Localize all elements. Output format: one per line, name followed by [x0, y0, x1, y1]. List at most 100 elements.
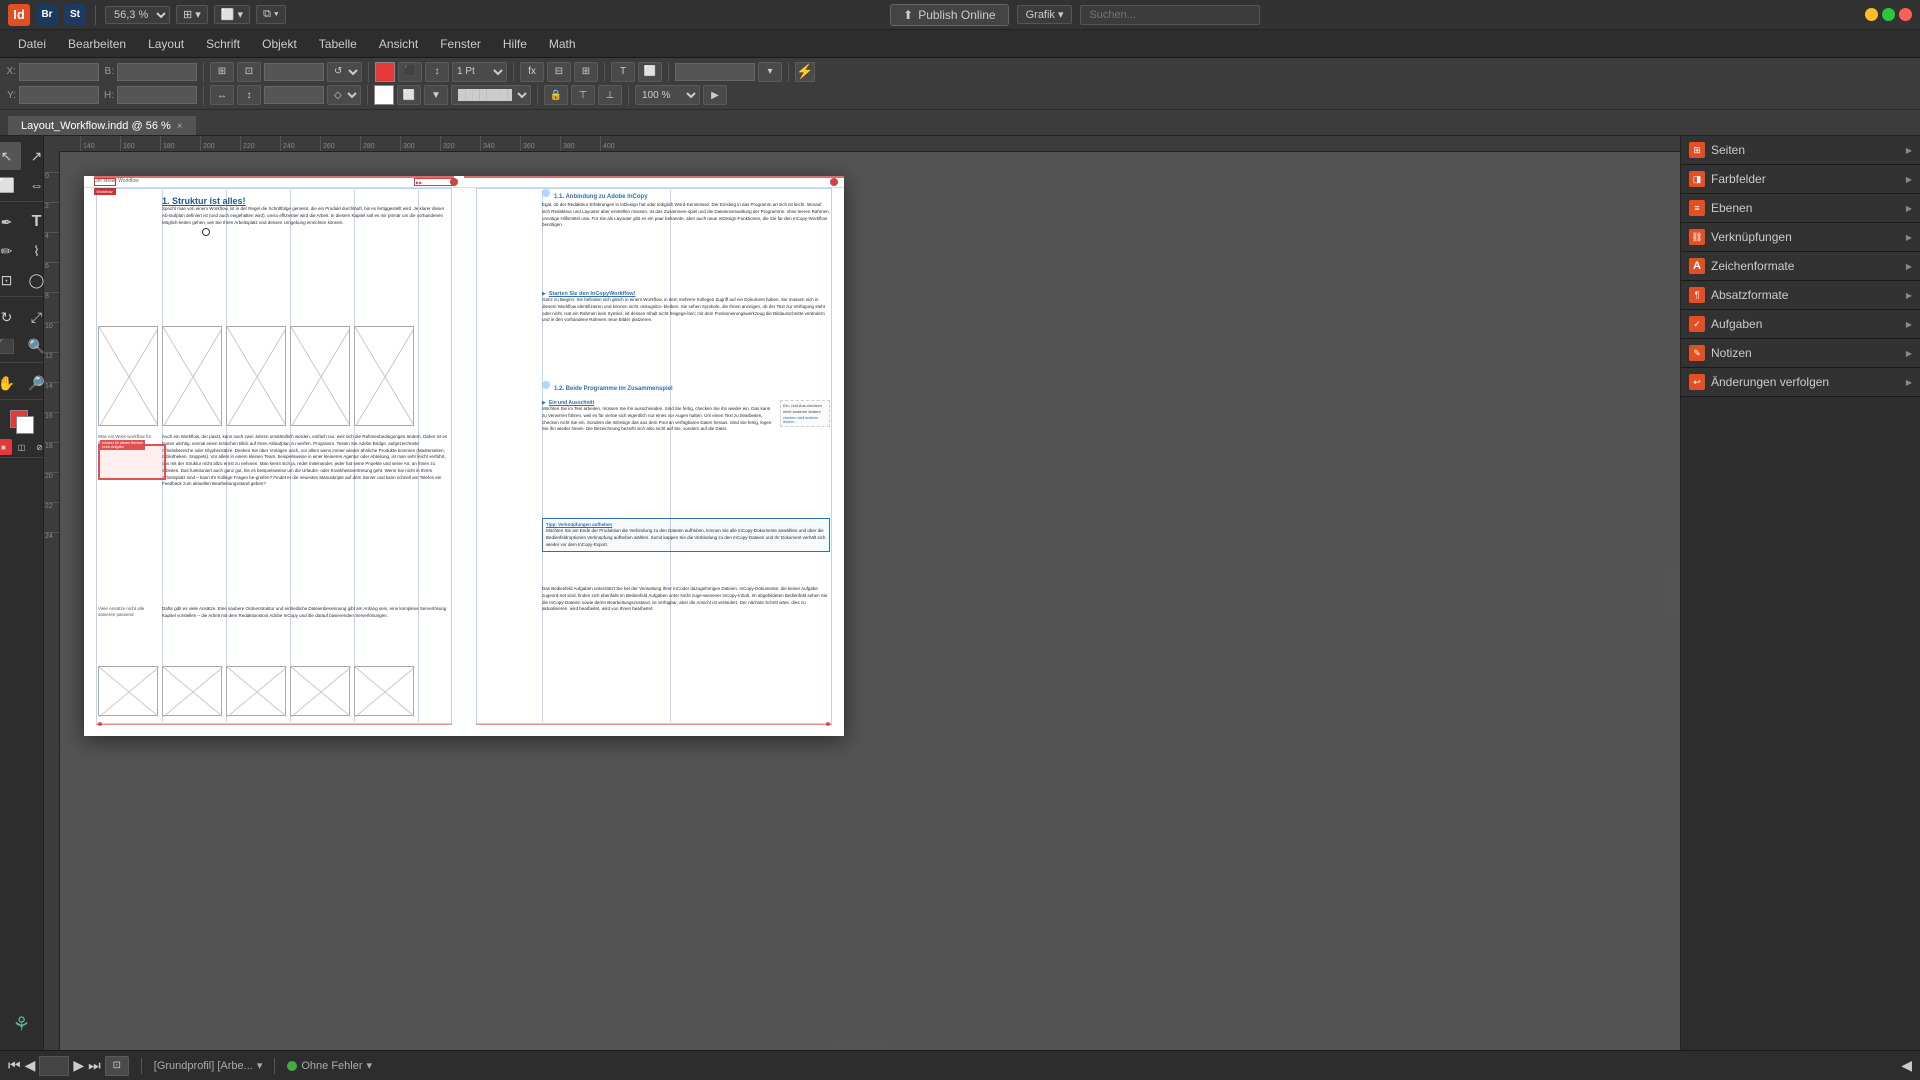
arrange-ref-btn[interactable]: ⊡ — [237, 62, 261, 82]
panel-aufgaben-header[interactable]: ✓ Aufgaben ▶ — [1681, 310, 1920, 338]
transform-btn[interactable]: ⊞ — [210, 62, 234, 82]
menu-datei[interactable]: Datei — [8, 34, 56, 54]
selection-tool[interactable]: ↖ — [0, 142, 21, 170]
image-frame-10[interactable] — [354, 666, 414, 716]
grafik-select[interactable]: Grafik ▾ — [1017, 5, 1073, 24]
window-maximize[interactable] — [1882, 8, 1895, 21]
panel-notizen-header[interactable]: ✎ Notizen ▶ — [1681, 339, 1920, 367]
zoom-pct-select[interactable]: 100 % — [635, 85, 700, 105]
tab-close-btn[interactable]: × — [177, 121, 183, 132]
apply-color-btn[interactable]: ■ — [0, 439, 12, 455]
effects-btn[interactable]: fx — [520, 62, 544, 82]
nav-last-btn[interactable]: ⏭ — [88, 1057, 101, 1074]
style-btn[interactable]: T — [611, 62, 635, 82]
image-frame-6[interactable] — [98, 666, 158, 716]
gradient-tool[interactable]: ⬛ — [0, 332, 21, 360]
bridge-icon[interactable]: Br — [36, 4, 58, 26]
image-frame-9[interactable] — [290, 666, 350, 716]
panel-seiten-header[interactable]: ⊞ Seiten ▶ — [1681, 136, 1920, 164]
page-tool[interactable]: ⬜ — [0, 171, 21, 199]
main-text-lower[interactable]: Auch ein Workflow, der passt, kann nach … — [162, 434, 450, 492]
y-input[interactable] — [19, 86, 99, 104]
main-text-bottom[interactable]: Dafür gibt es viele Ansätze. Eine sauber… — [162, 606, 450, 622]
menu-bearbeiten[interactable]: Bearbeiten — [58, 34, 136, 54]
x-input[interactable] — [19, 63, 99, 81]
menu-math[interactable]: Math — [539, 34, 586, 54]
rotate-tool[interactable]: ↻ — [0, 303, 21, 331]
hand-tool[interactable]: ✋ — [0, 369, 21, 397]
menu-layout[interactable]: Layout — [138, 34, 194, 54]
stroke-pt-select[interactable]: 1 Pt — [452, 62, 507, 82]
menu-hilfe[interactable]: Hilfe — [493, 34, 537, 54]
menu-fenster[interactable]: Fenster — [430, 34, 491, 54]
stroke-color[interactable] — [375, 62, 395, 82]
page-number-input[interactable]: 7 — [39, 1056, 69, 1076]
fill-color[interactable] — [374, 85, 394, 105]
image-frame-1[interactable] — [98, 326, 158, 426]
stock-icon[interactable]: St — [64, 4, 86, 26]
fill-select[interactable]: ████████ — [451, 85, 531, 105]
right-page[interactable]: ○ 1.1. Anbindung zu Adobe InCopy Egal, o… — [464, 176, 844, 736]
panel-ebenen-header[interactable]: ≡ Ebenen ▶ — [1681, 194, 1920, 222]
menu-objekt[interactable]: Objekt — [252, 34, 307, 54]
align-right-btn[interactable]: ⊞ — [574, 62, 598, 82]
left-page[interactable]: Der ideale Workflow Der ideale Workflow … — [84, 176, 464, 736]
mm-select-btn[interactable]: ▾ — [758, 62, 782, 82]
pencil-tool[interactable]: ✏ — [0, 237, 21, 265]
panel-zeichenformate-header[interactable]: A Zeichenformate ▶ — [1681, 252, 1920, 280]
zoom-select[interactable]: 56,3 % — [105, 6, 170, 24]
frame-rect-tool[interactable]: ⊡ — [0, 266, 21, 294]
panel-verknuepfungen-header[interactable]: ⛓ Verknüpfungen ▶ — [1681, 223, 1920, 251]
canvas-area[interactable]: 140 160 180 200 220 240 260 280 300 320 … — [44, 136, 1680, 1050]
b-input[interactable] — [117, 63, 197, 81]
image-frame-8[interactable] — [226, 666, 286, 716]
align-bottom-btn[interactable]: ⊥ — [598, 85, 622, 105]
menu-ansicht[interactable]: Ansicht — [369, 34, 428, 54]
apply-gradient-btn[interactable]: ◫ — [14, 439, 30, 455]
mm-input[interactable]: 4,233 mm — [675, 63, 755, 81]
view-mode-btn[interactable]: ⊞ ▾ — [176, 5, 208, 24]
flip-h-btn[interactable]: ↔ — [210, 85, 234, 105]
scroll-left-btn[interactable]: ◀ — [1901, 1057, 1912, 1074]
h-input[interactable] — [117, 86, 197, 104]
opacity-lock-btn[interactable]: 🔒 — [544, 85, 568, 105]
flip-v-btn[interactable]: ↕ — [237, 85, 261, 105]
window-close[interactable] — [1899, 8, 1912, 21]
align-left-btn[interactable]: ⊟ — [547, 62, 571, 82]
image-frame-7[interactable] — [162, 666, 222, 716]
selected-frame[interactable]: Inhaber für diesen Bereichkeine Aufgabe — [98, 444, 166, 480]
screen-mode-btn[interactable]: ⬜ ▾ — [214, 5, 250, 24]
image-frame-5[interactable] — [354, 326, 414, 426]
page-options-btn[interactable]: ⊡ — [105, 1056, 129, 1076]
fill-swatch[interactable] — [16, 416, 34, 434]
align-top-btn[interactable]: ⊤ — [571, 85, 595, 105]
menu-tabelle[interactable]: Tabelle — [309, 34, 367, 54]
image-frame-4[interactable] — [290, 326, 350, 426]
nav-prev-btn[interactable]: ◀ — [25, 1057, 36, 1074]
stroke-btn[interactable]: ⬛ — [398, 62, 422, 82]
panel-absatzformate-header[interactable]: ¶ Absatzformate ▶ — [1681, 281, 1920, 309]
window-minimize[interactable] — [1865, 8, 1878, 21]
lightning-btn[interactable]: ⚡ — [795, 62, 815, 82]
fill-opt-btn[interactable]: ▼ — [424, 85, 448, 105]
frame-btn[interactable]: ⬜ — [638, 62, 662, 82]
image-frame-2[interactable] — [162, 326, 222, 426]
panel-aenderungen-header[interactable]: ↩ Änderungen verfolgen ▶ — [1681, 368, 1920, 396]
shear-select[interactable]: ◇ — [327, 85, 361, 105]
fill-btn[interactable]: ⬜ — [397, 85, 421, 105]
menu-schrift[interactable]: Schrift — [196, 34, 250, 54]
scroll-thumb-v[interactable] — [1668, 563, 1676, 623]
nav-next-btn[interactable]: ▶ — [73, 1057, 84, 1074]
panel-farbfelder-header[interactable]: ◨ Farbfelder ▶ — [1681, 165, 1920, 193]
nav-first-btn[interactable]: ⏮ — [8, 1057, 21, 1074]
document-tab[interactable]: Layout_Workflow.indd @ 56 % × — [8, 116, 196, 135]
shear-input[interactable] — [264, 86, 324, 104]
search-input[interactable] — [1080, 5, 1260, 25]
pen-tool[interactable]: ✒ — [0, 208, 21, 236]
image-frame-3[interactable] — [226, 326, 286, 426]
arrange-btn[interactable]: ⧉ ▾ — [256, 5, 286, 24]
publish-online-button[interactable]: ⬆ Publish Online — [890, 4, 1008, 26]
zoom-in-btn[interactable]: ▶ — [703, 85, 727, 105]
rotate-input[interactable] — [264, 63, 324, 81]
scroll-thumb-h[interactable] — [832, 1038, 892, 1046]
